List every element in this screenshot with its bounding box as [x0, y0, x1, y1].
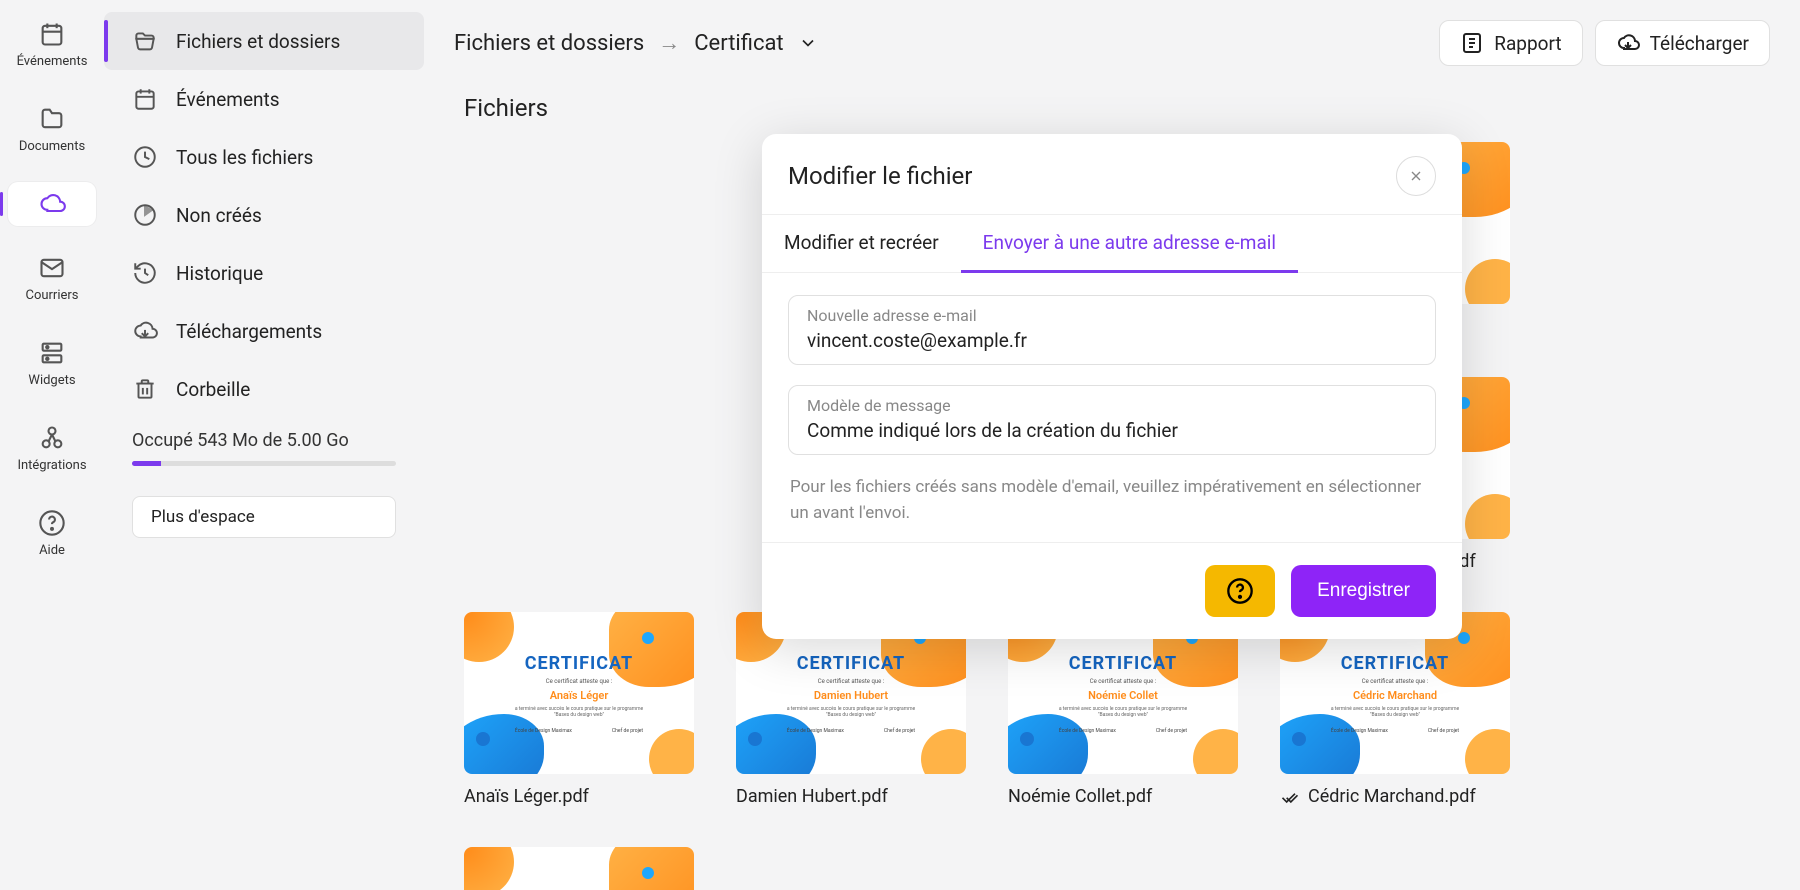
rail-item-widget[interactable]: Widgets: [8, 331, 96, 396]
file-card[interactable]: CERTIFICAT Ce certificat atteste que : A…: [464, 612, 694, 807]
rail-item-cloud[interactable]: [8, 182, 96, 226]
email-label: Nouvelle adresse e-mail: [807, 306, 1417, 325]
file-name: Cédric Marchand.pdf: [1308, 786, 1476, 807]
folder-open-icon: [132, 28, 158, 54]
widget-icon: [38, 339, 66, 367]
email-field[interactable]: Nouvelle adresse e-mail vincent.coste@ex…: [788, 295, 1436, 365]
history-icon: [132, 260, 158, 286]
rail-label: Documents: [19, 139, 85, 154]
rail-item-calendar[interactable]: Événements: [8, 12, 96, 77]
clock-icon: [132, 144, 158, 170]
file-name: Noémie Collet.pdf: [1008, 786, 1152, 807]
close-button[interactable]: [1396, 156, 1436, 196]
breadcrumb-root[interactable]: Fichiers et dossiers: [454, 31, 644, 56]
save-button[interactable]: Enregistrer: [1291, 565, 1436, 617]
file-card[interactable]: CERTIFICAT Ce certificat atteste que : N…: [1008, 612, 1238, 807]
report-label: Rapport: [1494, 32, 1561, 55]
rail-label: Courriers: [25, 288, 78, 303]
sidebar: Fichiers et dossiers Événements Tous les f…: [104, 0, 424, 890]
sidebar-item-calendar[interactable]: Événements: [104, 70, 424, 128]
storage-bar: [132, 461, 396, 466]
sidebar-item-label: Tous les fichiers: [176, 146, 313, 169]
rail-label: Widgets: [28, 373, 75, 388]
help-icon: [38, 509, 66, 537]
file-name: Damien Hubert.pdf: [736, 786, 888, 807]
tab-edit-recreate[interactable]: Modifier et recréer: [762, 215, 961, 272]
file-card[interactable]: CERTIFICAT Ce certificat atteste que : G…: [464, 847, 694, 890]
storage-info: Occupé 543 Mo de 5.00 Go: [104, 418, 424, 478]
cloud-icon: [38, 190, 66, 218]
help-icon: [1226, 577, 1254, 605]
pie-icon: [132, 202, 158, 228]
file-thumbnail: CERTIFICAT Ce certificat atteste que : A…: [464, 612, 694, 774]
sidebar-item-label: Événements: [176, 88, 280, 111]
template-value: Comme indiqué lors de la création du fic…: [807, 419, 1417, 442]
topbar-actions: Rapport Télécharger: [1439, 20, 1770, 66]
sidebar-item-clock[interactable]: Tous les fichiers: [104, 128, 424, 186]
topbar: Fichiers et dossiers → Certificat Rappor…: [444, 0, 1780, 76]
rail-item-webhook[interactable]: Intégrations: [8, 416, 96, 481]
chevron-down-icon[interactable]: [798, 33, 818, 53]
download-icon: [132, 318, 158, 344]
report-icon: [1460, 31, 1484, 55]
sidebar-item-label: Historique: [176, 262, 263, 285]
tab-send-email[interactable]: Envoyer à une autre adresse e-mail: [961, 215, 1298, 273]
rail-item-mail[interactable]: Courriers: [8, 246, 96, 311]
download-label: Télécharger: [1650, 32, 1749, 55]
mail-icon: [38, 254, 66, 282]
storage-text: Occupé 543 Mo de 5.00 Go: [132, 430, 396, 451]
file-name: Anaïs Léger.pdf: [464, 786, 589, 807]
rail-label: Aide: [39, 543, 65, 558]
sidebar-item-label: Fichiers et dossiers: [176, 30, 340, 53]
file-thumbnail: CERTIFICAT Ce certificat atteste que : G…: [464, 847, 694, 890]
rail-item-help[interactable]: Aide: [8, 501, 96, 566]
calendar-icon: [38, 20, 66, 48]
sidebar-item-history[interactable]: Historique: [104, 244, 424, 302]
help-button[interactable]: [1205, 565, 1275, 617]
modal-tabs: Modifier et recréer Envoyer à une autre …: [762, 214, 1462, 273]
edit-file-modal: Modifier le fichier Modifier et recréer …: [762, 134, 1462, 639]
rail: Événements Documents Courriers Widgets Intég…: [0, 0, 104, 890]
sidebar-item-label: Corbeille: [176, 378, 250, 401]
calendar-icon: [132, 86, 158, 112]
sidebar-item-label: Téléchargements: [176, 320, 322, 343]
rail-label: Intégrations: [17, 458, 86, 473]
folder-icon: [38, 105, 66, 133]
main: Fichiers et dossiers → Certificat Rappor…: [424, 0, 1800, 890]
file-card[interactable]: CERTIFICAT Ce certificat atteste que : C…: [1280, 612, 1510, 807]
cloud-download-icon: [1616, 31, 1640, 55]
breadcrumb-current[interactable]: Certificat: [694, 31, 783, 56]
file-card[interactable]: CERTIFICAT Ce certificat atteste que : D…: [736, 612, 966, 807]
breadcrumb-arrow-icon: →: [658, 30, 680, 56]
template-field[interactable]: Modèle de message Comme indiqué lors de …: [788, 385, 1436, 455]
sidebar-item-download[interactable]: Téléchargements: [104, 302, 424, 360]
more-space-button[interactable]: Plus d'espace: [132, 496, 396, 538]
breadcrumb: Fichiers et dossiers → Certificat: [454, 30, 818, 56]
sidebar-item-trash[interactable]: Corbeille: [104, 360, 424, 418]
hint-text: Pour les fichiers créés sans modèle d'em…: [788, 475, 1436, 536]
download-button[interactable]: Télécharger: [1595, 20, 1770, 66]
rail-label: Événements: [17, 54, 88, 69]
section-title: Fichiers: [444, 76, 1780, 132]
modal-title: Modifier le fichier: [788, 162, 972, 190]
close-icon: [1408, 168, 1424, 184]
rail-item-folder[interactable]: Documents: [8, 97, 96, 162]
sidebar-item-folder-open[interactable]: Fichiers et dossiers: [104, 12, 424, 70]
sidebar-item-label: Non créés: [176, 204, 262, 227]
trash-icon: [132, 376, 158, 402]
email-value: vincent.coste@example.fr: [807, 329, 1417, 352]
sidebar-item-pie[interactable]: Non créés: [104, 186, 424, 244]
webhook-icon: [38, 424, 66, 452]
report-button[interactable]: Rapport: [1439, 20, 1582, 66]
template-label: Modèle de message: [807, 396, 1417, 415]
sent-icon: [1280, 787, 1300, 807]
